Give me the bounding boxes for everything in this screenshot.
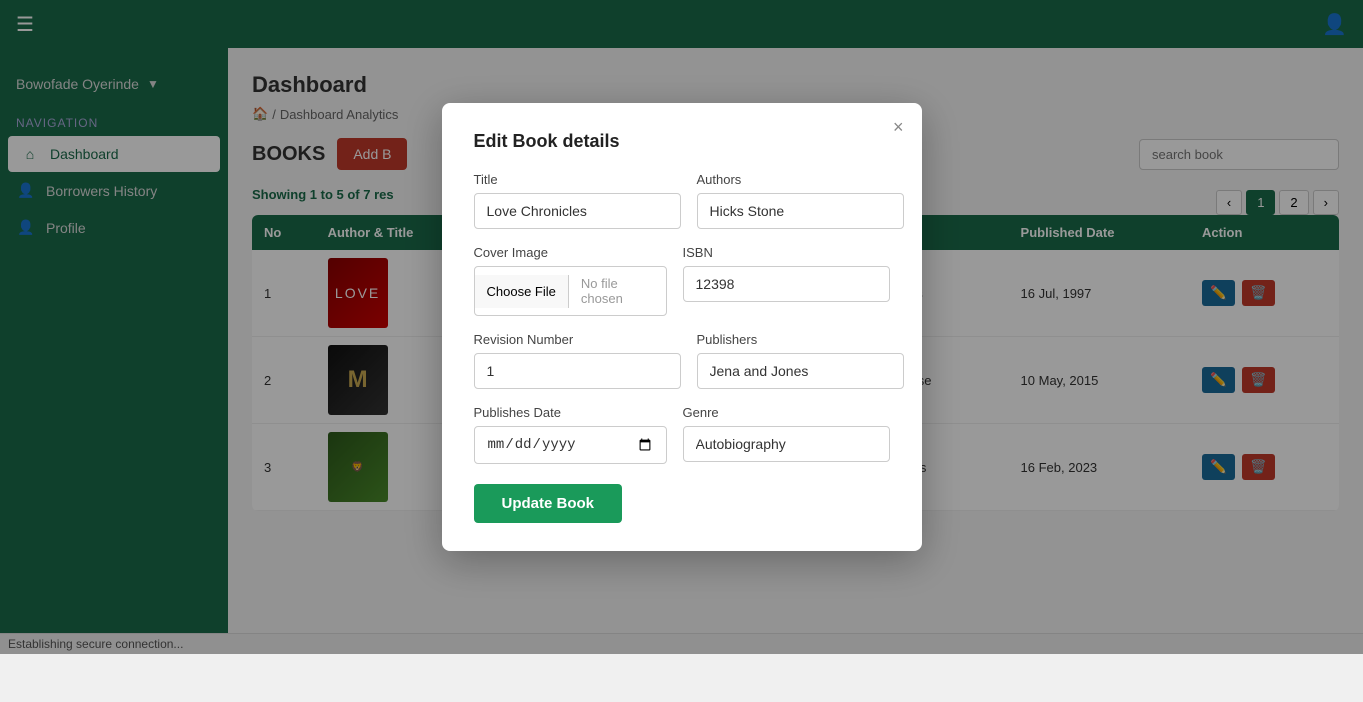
edit-book-modal: Edit Book details × Title Authors Cover … [442,103,922,551]
form-group-isbn: ISBN [683,245,890,316]
cover-image-label: Cover Image [474,245,667,260]
modal-title: Edit Book details [474,131,890,152]
choose-file-button[interactable]: Choose File [475,275,569,308]
form-row-revision-publishers: Revision Number Publishers [474,332,890,389]
form-group-genre: Genre [683,405,890,464]
authors-input[interactable] [697,193,904,229]
publishes-date-input[interactable] [474,426,667,464]
form-group-publishers: Publishers [697,332,904,389]
revision-input[interactable] [474,353,681,389]
form-row-title-authors: Title Authors [474,172,890,229]
title-label: Title [474,172,681,187]
form-group-date: Publishes Date [474,405,667,464]
form-group-cover: Cover Image Choose File No file chosen [474,245,667,316]
publishes-date-label: Publishes Date [474,405,667,420]
form-group-revision: Revision Number [474,332,681,389]
form-row-cover-isbn: Cover Image Choose File No file chosen I… [474,245,890,316]
publishers-label: Publishers [697,332,904,347]
modal-close-button[interactable]: × [893,117,904,138]
publishers-input[interactable] [697,353,904,389]
form-row-date-genre: Publishes Date Genre [474,405,890,464]
isbn-input[interactable] [683,266,890,302]
genre-input[interactable] [683,426,890,462]
title-input[interactable] [474,193,681,229]
authors-label: Authors [697,172,904,187]
isbn-label: ISBN [683,245,890,260]
file-name-display: No file chosen [569,267,666,315]
form-group-title: Title [474,172,681,229]
file-input-wrapper: Choose File No file chosen [474,266,667,316]
form-group-authors: Authors [697,172,904,229]
modal-overlay: Edit Book details × Title Authors Cover … [0,0,1363,654]
update-book-button[interactable]: Update Book [474,484,623,523]
revision-label: Revision Number [474,332,681,347]
genre-label: Genre [683,405,890,420]
